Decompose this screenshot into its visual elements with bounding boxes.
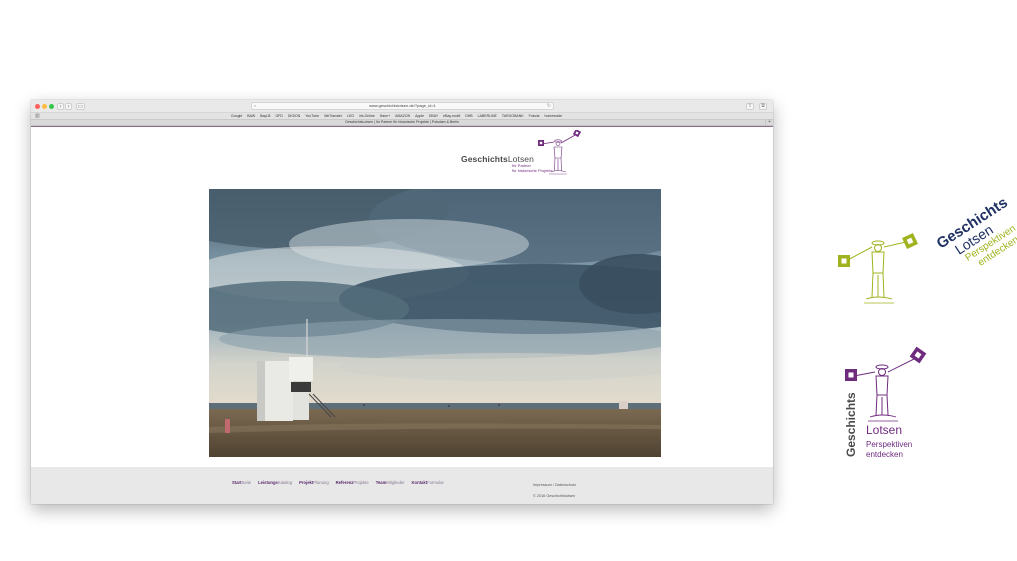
search-icon: ⌕ [254, 103, 257, 108]
plus-icon: + [768, 119, 771, 125]
logo-variant-b: Geschichts Lotsen Perspektiven entdecken [840, 345, 950, 463]
sidebar-button[interactable]: ▭ [76, 102, 85, 110]
tabs-icon: ⧉ [761, 102, 765, 109]
tab-bar: GeschichtsLotsen | Ihr Partner für histo… [31, 119, 773, 126]
sidebar-icon: ▭ [77, 103, 84, 110]
zoom-window-button[interactable] [49, 103, 54, 109]
forward-button[interactable]: › [65, 102, 72, 110]
logo-variant-b-line1: Lotsen [866, 423, 903, 437]
footer-nav-item[interactable]: StartSeite [232, 480, 251, 485]
address-bar[interactable]: ⌕ www.geschichtslotsen.de/?page_id=1 ↻ [251, 102, 554, 110]
chevron-right-icon: › [67, 103, 70, 110]
browser-window: ‹ › ▭ ⌕ www.geschichtslotsen.de/?page_id… [31, 100, 773, 504]
footer-meta: Impressum / Datenschutz © 2016 Geschicht… [533, 480, 576, 502]
web-page: GeschichtsLotsen Ihr Partner für histori… [31, 127, 773, 504]
browser-toolbar: ‹ › ▭ ⌕ www.geschichtslotsen.de/?page_id… [31, 100, 773, 112]
logo-variant-b-line3: entdecken [866, 450, 903, 459]
semaphore-sailor-icon [538, 130, 582, 175]
back-button[interactable]: ‹ [57, 102, 64, 110]
chevron-left-icon: ‹ [59, 103, 62, 110]
close-window-button[interactable] [35, 103, 40, 109]
url-text: www.geschichtslotsen.de/?page_id=1 [369, 103, 436, 108]
beach-clouds-photo [209, 189, 661, 457]
footer-nav-item[interactable]: LeistungsKatalog [258, 480, 292, 485]
share-icon: ⇪ [747, 102, 753, 109]
new-tab-button[interactable]: + [765, 120, 773, 125]
imprint-link[interactable]: Impressum / Datenschutz [533, 480, 576, 491]
site-footer: StartSeite LeistungsKatalog ProjektPlanung… [31, 467, 773, 504]
copyright-text: © 2016 Geschichtslotsen [533, 494, 576, 498]
hero-photo [209, 189, 661, 457]
logo-variant-b-vertical: Geschichts [844, 392, 858, 457]
minimize-window-button[interactable] [42, 103, 47, 109]
site-logo[interactable]: GeschichtsLotsen Ihr Partner für histori… [461, 130, 582, 182]
footer-nav-item[interactable]: ProjektPlanung [299, 480, 329, 485]
footer-nav: StartSeite LeistungsKatalog ProjektPlanung… [232, 480, 444, 485]
share-button[interactable]: ⇪ [746, 102, 754, 110]
bookmarks-bar: ▥ Google BAW BayLB GFD DIGION YouTube WeTransf… [31, 112, 773, 119]
reload-icon[interactable]: ↻ [547, 103, 551, 109]
logo-variant-b-line2: Perspektiven [866, 440, 913, 449]
footer-nav-item[interactable]: TeamMitglieder [376, 480, 405, 485]
logo-variant-a: Geschichts Lotsen Perspektiven entdecken [834, 185, 1017, 307]
footer-nav-item[interactable]: KontaktFormular [412, 480, 444, 485]
footer-nav-item[interactable]: ReferenzProjekte [336, 480, 369, 485]
tabs-overview-button[interactable]: ⧉ [759, 102, 767, 110]
active-tab-title[interactable]: GeschichtsLotsen | Ihr Partner für histo… [345, 120, 459, 124]
